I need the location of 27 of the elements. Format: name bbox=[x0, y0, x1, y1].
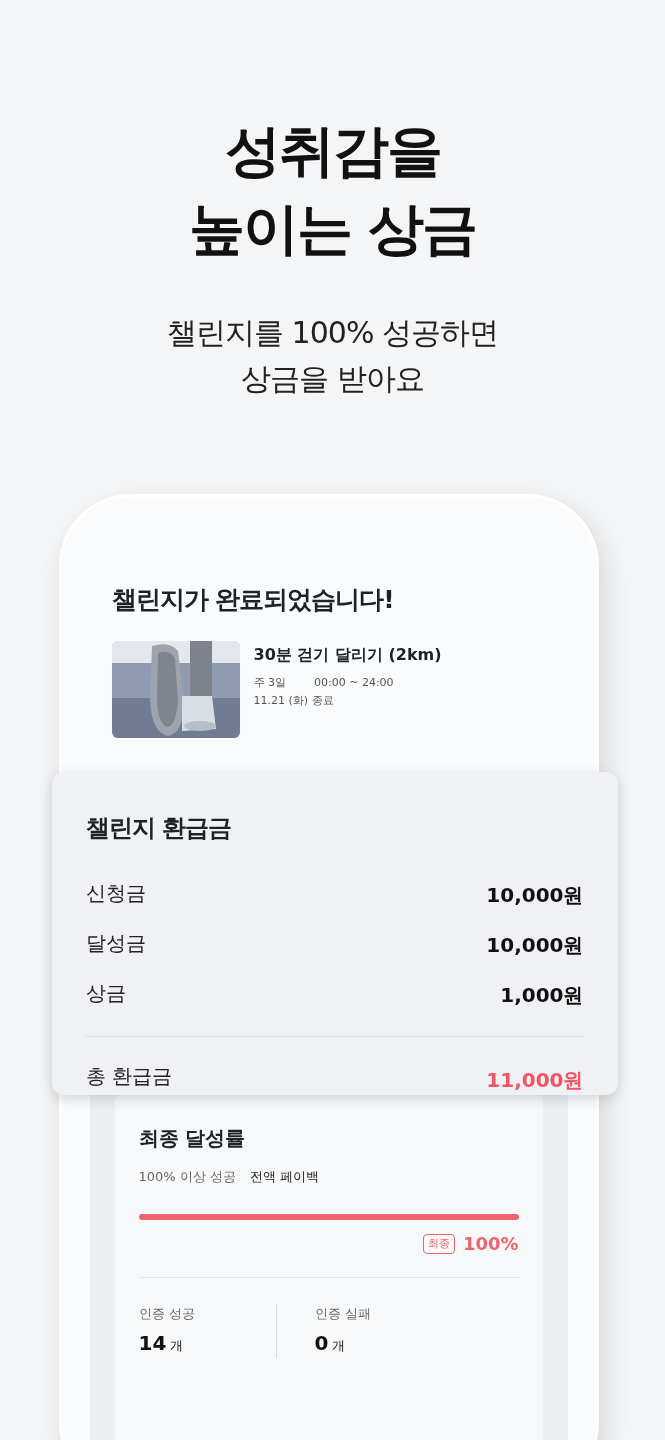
stat-label: 인증 성공 bbox=[138, 1305, 196, 1323]
stat-unit: 개 bbox=[332, 1336, 346, 1355]
stat-value: 0 bbox=[314, 1329, 329, 1357]
challenge-name: 30분 걷기 달리기 (2km) bbox=[253, 643, 442, 666]
time-range-text: 00:00 ~ 24:00 bbox=[314, 674, 394, 691]
refund-title: 챌린지 환급금 bbox=[85, 812, 232, 844]
total-refund-label: 총 환급금 bbox=[85, 1062, 172, 1090]
refund-label: 달성금 bbox=[85, 929, 146, 957]
total-refund-amount: 11,000원 bbox=[486, 1066, 584, 1094]
completion-title: 챌린지가 완료되었습니다! bbox=[111, 584, 395, 616]
rule-value: 전액 페이백 bbox=[249, 1167, 320, 1186]
headline: 성취감을 높이는 상금 bbox=[188, 117, 477, 263]
final-tag: 최종 bbox=[422, 1233, 455, 1254]
achievement-title: 최종 달성률 bbox=[138, 1124, 247, 1152]
frequency-text: 주 3일 bbox=[253, 674, 286, 691]
achievement-percent: 100% bbox=[462, 1232, 519, 1256]
stat-unit: 개 bbox=[170, 1336, 184, 1355]
refund-label: 상금 bbox=[85, 979, 126, 1007]
refund-label: 신청금 bbox=[85, 879, 146, 907]
subtitle: 챌린지를 100% 성공하면 상금을 받아요 bbox=[167, 314, 498, 398]
refund-amount: 10,000원 bbox=[486, 881, 584, 909]
end-date-text: 11.21 (화) 종료 bbox=[253, 693, 335, 709]
rule-label: 100% 이상 성공 bbox=[138, 1167, 236, 1186]
refund-amount: 10,000원 bbox=[486, 931, 584, 959]
stat-value: 14 bbox=[138, 1329, 167, 1357]
stat-label: 인증 실패 bbox=[314, 1305, 372, 1323]
refund-amount: 1,000원 bbox=[500, 981, 584, 1009]
